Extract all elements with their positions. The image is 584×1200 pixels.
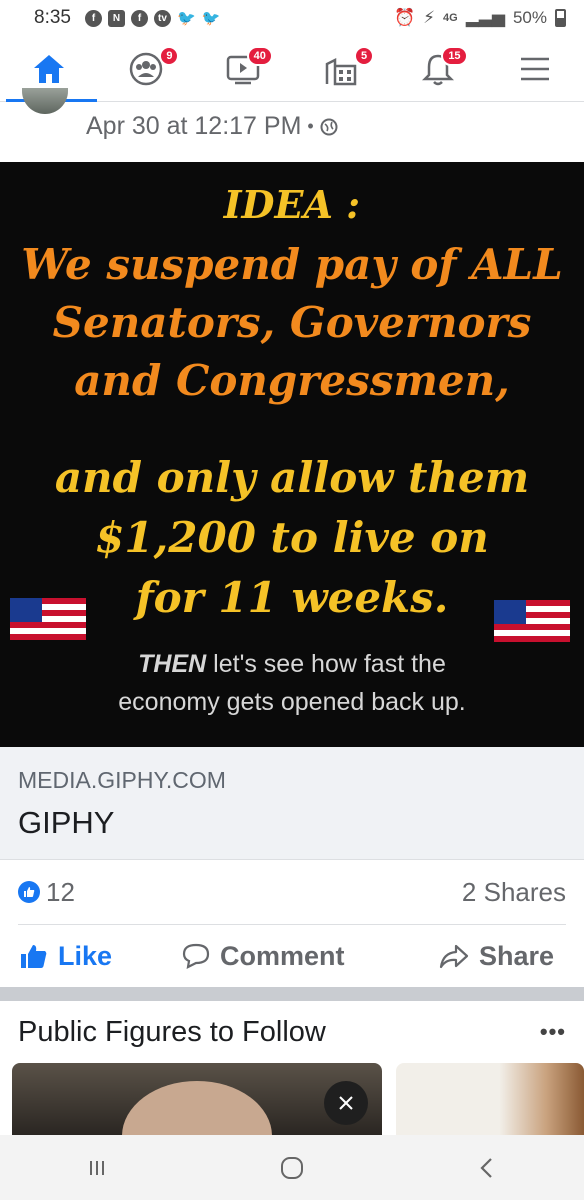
- separator-dot: •: [307, 116, 314, 136]
- friends-badge: 9: [159, 46, 180, 66]
- like-label: Like: [58, 940, 113, 971]
- mute-icon: ⚡: [423, 8, 436, 27]
- author-avatar[interactable]: [22, 88, 68, 114]
- meme-last-line: economy gets opened back up.: [118, 688, 466, 716]
- meme-then-rest: let's see how fast the: [206, 650, 446, 678]
- us-flag-right: [494, 600, 570, 642]
- meme-line-4: and only allow them: [54, 453, 530, 502]
- nav-menu[interactable]: [487, 36, 584, 101]
- twitter-notification-icon: 🐦: [201, 10, 221, 27]
- signal-icon: ▂▃▅: [465, 8, 505, 27]
- reaction-count[interactable]: 12: [46, 877, 75, 908]
- alarm-icon: ⏰: [393, 8, 416, 27]
- like-reaction-icon[interactable]: [18, 881, 40, 903]
- thumbs-up-icon: [21, 945, 47, 968]
- meme-then-line: THEN let's see how fast the: [0, 652, 584, 677]
- globe-icon: [320, 118, 338, 135]
- back-button[interactable]: [389, 1156, 584, 1180]
- share-button[interactable]: Share: [439, 941, 554, 972]
- meme-line-5: $1,200 to live on: [95, 513, 489, 562]
- comment-label: Comment: [220, 940, 345, 971]
- dismiss-button[interactable]: [324, 1081, 368, 1125]
- recent-apps-icon: [90, 1160, 105, 1175]
- messenger-notification-icon: N: [107, 9, 125, 27]
- twitter-notification-icon: 🐦: [176, 10, 196, 27]
- tv-notification-icon: tv: [153, 9, 171, 27]
- nav-marketplace[interactable]: 5: [292, 36, 389, 101]
- meme-line-2: Senators, Governors: [52, 298, 532, 347]
- notifications-badge: 15: [441, 46, 468, 66]
- battery-icon: [555, 9, 566, 27]
- public-figure-card[interactable]: [12, 1063, 382, 1135]
- comment-icon: [182, 943, 210, 969]
- facebook-notification-icon: f: [84, 9, 102, 27]
- reactions-row: 12 2 Shares: [0, 860, 584, 924]
- us-flag-left: [10, 598, 86, 640]
- comment-button[interactable]: Comment: [182, 941, 345, 972]
- section-title: Public Figures to Follow: [18, 1015, 326, 1048]
- back-chevron-icon: [480, 1157, 492, 1178]
- link-title: GIPHY: [18, 805, 115, 840]
- nav-notifications[interactable]: 15: [389, 36, 486, 101]
- home-button[interactable]: [195, 1156, 390, 1180]
- like-button[interactable]: Like: [20, 941, 112, 972]
- battery-percent: 50%: [512, 8, 547, 27]
- network-type: 4G: [443, 12, 458, 24]
- home-icon: [33, 54, 64, 83]
- share-label: Share: [478, 940, 554, 971]
- meme-line-1: We suspend pay of ALL: [21, 240, 563, 289]
- nav-friends[interactable]: 9: [97, 36, 194, 101]
- meme-idea-text: IDEA :: [223, 182, 361, 227]
- link-domain: MEDIA.GIPHY.COM: [18, 767, 226, 793]
- watch-badge: 40: [246, 46, 273, 66]
- status-bar: 8:35 f N f tv 🐦 🐦 ⏰ ⚡ 4G ▂▃▅ 50%: [0, 0, 584, 36]
- post-time-text: Apr 30 at 12:17 PM: [86, 112, 302, 140]
- home-circle-icon: [281, 1156, 303, 1179]
- hamburger-menu-icon: [521, 57, 550, 80]
- public-figures-header: Public Figures to Follow •••: [0, 1001, 584, 1063]
- post-timestamp[interactable]: Apr 30 at 12:17 PM •: [86, 112, 338, 141]
- link-preview[interactable]: MEDIA.GIPHY.COM GIPHY: [0, 747, 584, 860]
- shares-count[interactable]: 2 Shares: [462, 877, 566, 908]
- android-nav-bar: [0, 1135, 584, 1200]
- meme-line-3: and Congressmen,: [74, 356, 510, 405]
- top-nav: 9 40 5 15: [0, 36, 584, 102]
- post-image[interactable]: IDEA : We suspend pay of ALL Senators, G…: [0, 162, 584, 747]
- feed-separator: [0, 987, 584, 1001]
- recent-apps-button[interactable]: [0, 1158, 195, 1178]
- post-actions: Like Comment Share: [0, 925, 584, 987]
- facebook-notification-icon: f: [130, 9, 148, 27]
- marketplace-badge: 5: [353, 46, 375, 66]
- nav-watch[interactable]: 40: [195, 36, 292, 101]
- meme-then-word: THEN: [138, 650, 207, 678]
- share-icon: [439, 944, 469, 969]
- close-icon: [339, 1096, 353, 1110]
- status-time: 8:35: [34, 7, 71, 28]
- profile-photo: [122, 1081, 272, 1135]
- public-figure-card[interactable]: [396, 1063, 584, 1135]
- more-options-icon[interactable]: •••: [540, 1019, 566, 1045]
